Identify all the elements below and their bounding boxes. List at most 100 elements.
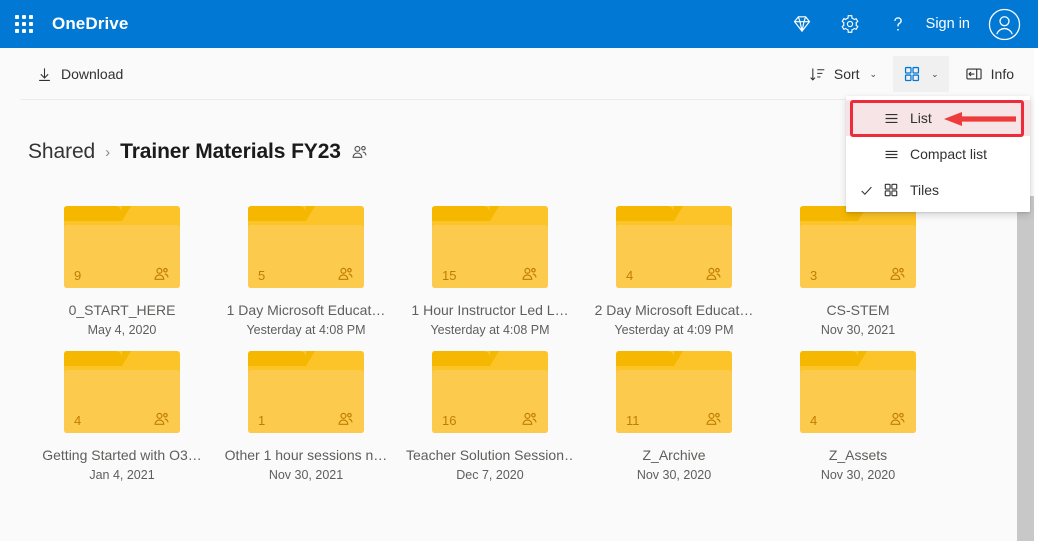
folder-name: 2 Day Microsoft Educat…	[594, 302, 754, 318]
folder-item-count: 4	[626, 268, 634, 283]
info-pane-icon	[966, 68, 982, 80]
settings-button[interactable]	[826, 0, 874, 48]
breadcrumb-separator: ›	[105, 143, 111, 161]
folder-date: Nov 30, 2021	[820, 323, 896, 337]
help-button[interactable]	[874, 0, 922, 48]
folder-item-count: 5	[258, 268, 266, 283]
people-shared-icon	[520, 265, 539, 284]
menu-item-label: Compact list	[910, 146, 988, 162]
folder-tile[interactable]: 11 Z_Archive Nov 30, 2020	[582, 337, 766, 482]
folder-name: Getting Started with O3…	[42, 447, 202, 463]
sort-descending-icon	[810, 68, 825, 81]
folder-icon: 4	[800, 351, 916, 433]
folder-item-count: 11	[626, 413, 640, 428]
people-shared-icon	[704, 265, 723, 284]
info-button[interactable]: Info	[955, 56, 1024, 92]
breadcrumb-item-current[interactable]: Trainer Materials FY23	[120, 140, 341, 164]
folder-tile[interactable]: 9 0_START_HERE May 4, 2020	[30, 192, 214, 337]
diamond-icon	[793, 16, 810, 33]
folder-tile[interactable]: 4 2 Day Microsoft Educat… Yesterday at 4…	[582, 192, 766, 337]
folder-item-count: 4	[74, 413, 82, 428]
folder-date: Nov 30, 2020	[636, 468, 712, 482]
folder-icon: 5	[248, 206, 364, 288]
folder-item-count: 3	[810, 268, 818, 283]
folder-date: Jan 4, 2021	[89, 468, 155, 482]
folder-icon: 3	[800, 206, 916, 288]
view-dropdown-menu: List Compact list Tiles	[846, 96, 1030, 212]
people-shared-icon	[704, 410, 723, 429]
avatar[interactable]	[980, 0, 1028, 48]
compact-list-icon	[878, 146, 904, 163]
app-title[interactable]: OneDrive	[52, 14, 128, 34]
people-shared-icon	[888, 265, 907, 284]
folder-tile[interactable]: 16 Teacher Solution Session… Dec 7, 2020	[398, 337, 582, 482]
sort-label: Sort	[833, 66, 860, 82]
suite-header-actions: Sign in	[778, 0, 1038, 48]
folder-name: Z_Archive	[642, 447, 706, 463]
folder-tile[interactable]: 15 1 Hour Instructor Led L… Yesterday at…	[398, 192, 582, 337]
folder-icon: 4	[64, 351, 180, 433]
menu-item-label: List	[910, 110, 932, 126]
download-arrow-icon	[39, 67, 50, 81]
chevron-down-icon: ⌄	[869, 68, 878, 79]
tiles-grid-icon	[878, 182, 904, 198]
breadcrumb-item-shared[interactable]: Shared	[28, 140, 95, 164]
menu-item-list[interactable]: List	[846, 100, 1030, 136]
chevron-down-icon: ⌄	[931, 68, 939, 79]
info-label: Info	[990, 66, 1014, 82]
folder-tile[interactable]: 4 Z_Assets Nov 30, 2020	[766, 337, 950, 482]
people-shared-icon	[152, 265, 171, 284]
sign-in-link[interactable]: Sign in	[922, 16, 980, 32]
menu-item-tiles[interactable]: Tiles	[846, 172, 1030, 208]
menu-item-label: Tiles	[910, 182, 940, 198]
tiles-grid-icon	[905, 66, 920, 82]
folder-date: Yesterday at 4:09 PM	[614, 323, 734, 337]
vertical-scrollbar-thumb[interactable]	[1017, 196, 1034, 541]
folder-date: Dec 7, 2020	[456, 468, 524, 482]
breadcrumb: Shared › Trainer Materials FY23	[28, 140, 369, 164]
folder-name: 1 Day Microsoft Educat…	[226, 302, 386, 318]
people-shared-icon	[520, 410, 539, 429]
tiles-row-2: 4 Getting Started with O3… Jan 4, 2021 1	[0, 337, 1010, 482]
tiles-row-1: 9 0_START_HERE May 4, 2020 5 1 Day Micro…	[0, 192, 1010, 337]
app-launcher-button[interactable]	[0, 0, 48, 48]
people-shared-icon	[152, 410, 171, 429]
folder-tile[interactable]: 4 Getting Started with O3… Jan 4, 2021	[30, 337, 214, 482]
people-shared-icon	[888, 410, 907, 429]
command-bar-right: Sort ⌄ ⌄ Info	[795, 56, 1038, 92]
page-right-edge	[1034, 48, 1038, 541]
folder-date: Yesterday at 4:08 PM	[246, 323, 366, 337]
folder-item-count: 4	[810, 413, 818, 428]
premium-button[interactable]	[778, 0, 826, 48]
folder-name: CS-STEM	[826, 302, 890, 318]
gear-icon	[841, 15, 859, 33]
folder-name: Z_Assets	[828, 447, 888, 463]
menu-item-compact-list[interactable]: Compact list	[846, 136, 1030, 172]
command-bar: Download Sort ⌄ ⌄ Info	[0, 48, 1038, 100]
people-shared-icon	[350, 143, 369, 162]
folder-item-count: 9	[74, 268, 82, 283]
folder-tile[interactable]: 1 Other 1 hour sessions n… Nov 30, 2021	[214, 337, 398, 482]
onedrive-page: OneDrive Sign in Download Sort ⌄ ⌄ Info …	[0, 0, 1038, 541]
checkmark-icon	[854, 183, 878, 198]
folder-tile[interactable]: 5 1 Day Microsoft Educat… Yesterday at 4…	[214, 192, 398, 337]
waffle-grid-icon	[15, 15, 33, 33]
folder-tile[interactable]: 3 CS-STEM Nov 30, 2021	[766, 192, 950, 337]
folder-date: May 4, 2020	[87, 323, 157, 337]
sort-button[interactable]: Sort ⌄	[799, 56, 887, 92]
command-bar-left: Download	[0, 56, 133, 92]
download-button[interactable]: Download	[26, 56, 133, 92]
folder-date: Yesterday at 4:08 PM	[430, 323, 550, 337]
person-avatar-icon	[988, 8, 1020, 40]
download-label: Download	[61, 66, 124, 82]
files-grid: 9 0_START_HERE May 4, 2020 5 1 Day Micro…	[0, 192, 1010, 541]
question-mark-icon	[893, 17, 902, 31]
people-shared-icon	[336, 265, 355, 284]
list-view-icon	[878, 110, 904, 127]
view-switcher-button[interactable]: ⌄	[893, 56, 949, 92]
folder-item-count: 16	[442, 413, 457, 428]
folder-name: Other 1 hour sessions n…	[224, 447, 388, 463]
folder-item-count: 1	[258, 413, 266, 428]
folder-icon: 15	[432, 206, 548, 288]
folder-icon: 11	[616, 351, 732, 433]
